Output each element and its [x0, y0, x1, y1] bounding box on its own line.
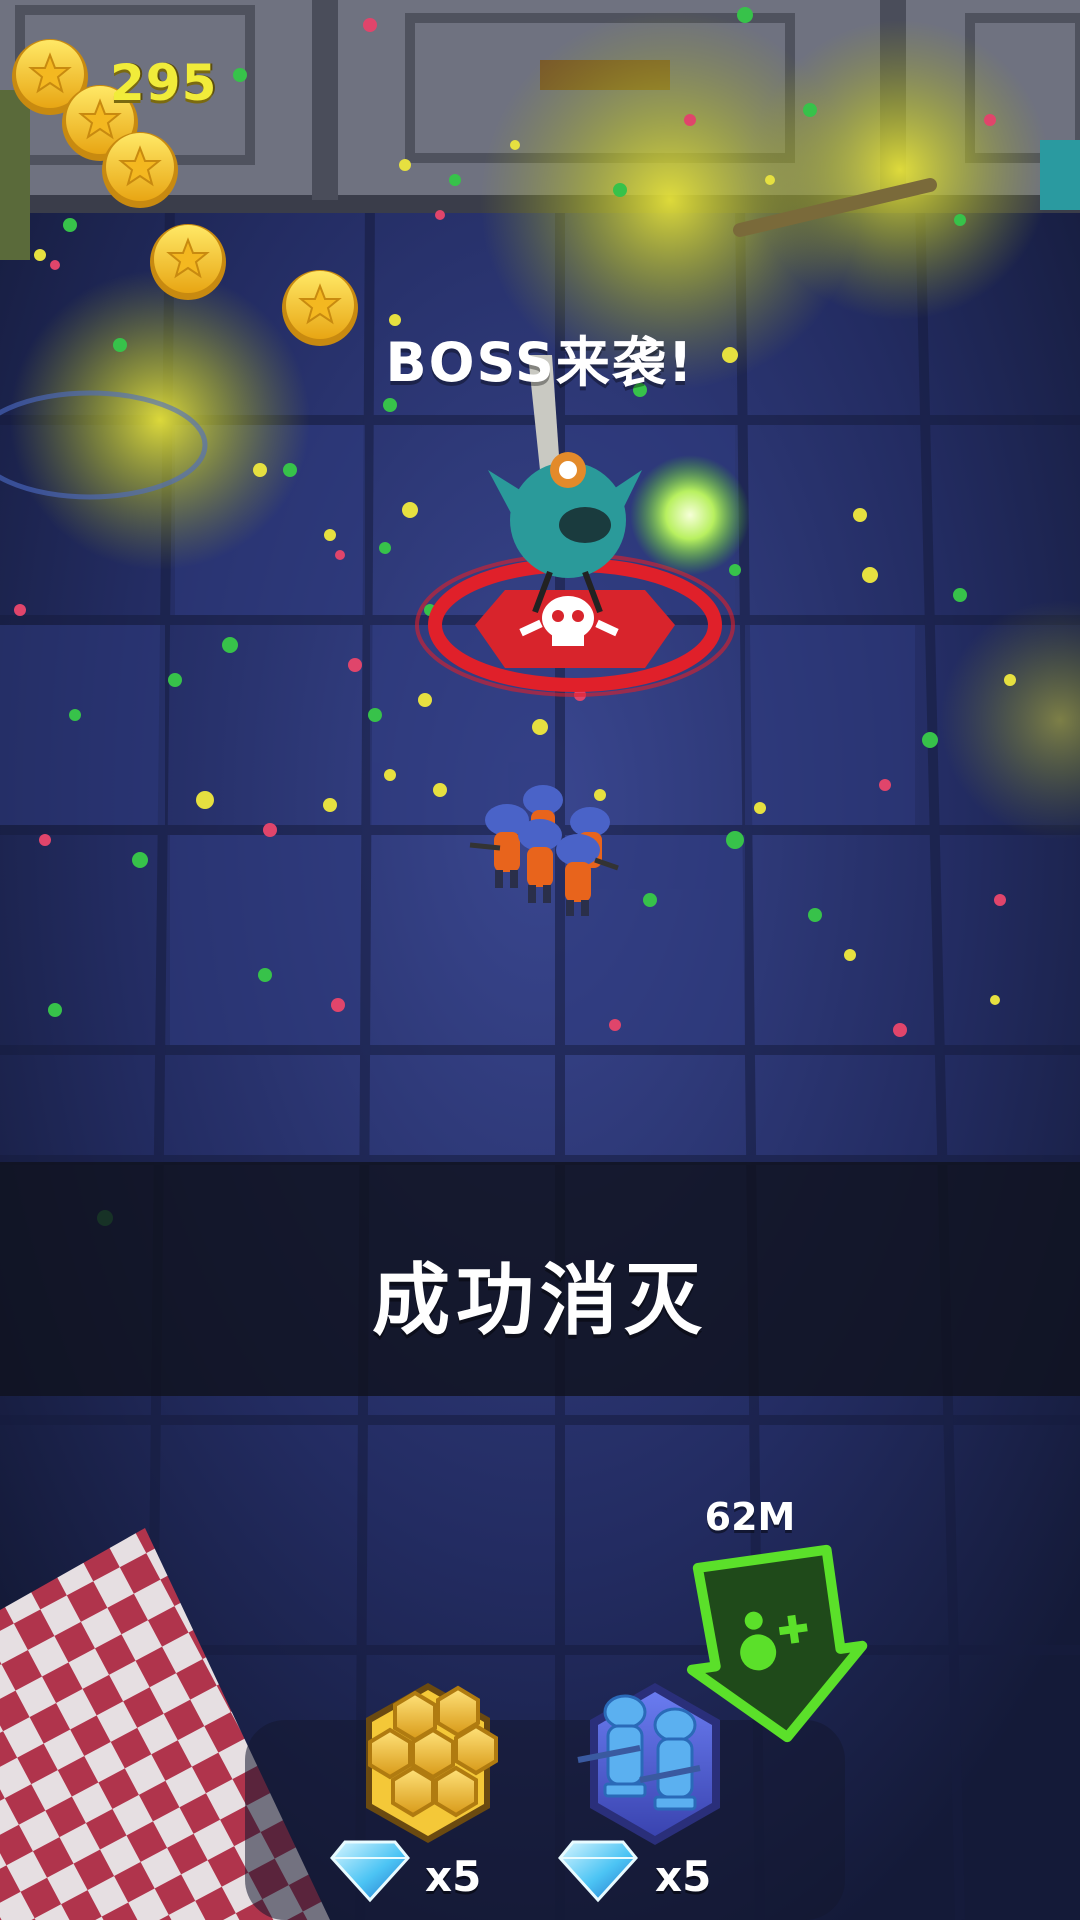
advance-arrow-button[interactable]	[680, 1550, 870, 1750]
coin-icon	[102, 132, 178, 208]
honeycomb-upgrade-button[interactable]	[330, 1670, 520, 1910]
coin-icon	[150, 224, 226, 300]
coin-counter: 295	[110, 54, 218, 112]
game-scene	[0, 0, 1080, 1920]
kill-banner-text: 成功消灭	[371, 1256, 708, 1346]
teal-prop	[1040, 140, 1080, 210]
distance-label: 62M	[704, 1495, 796, 1539]
green-energy-orb	[630, 455, 750, 575]
boss-incoming-alert: BOSS来袭!	[385, 331, 695, 394]
wall-plant	[0, 90, 30, 260]
